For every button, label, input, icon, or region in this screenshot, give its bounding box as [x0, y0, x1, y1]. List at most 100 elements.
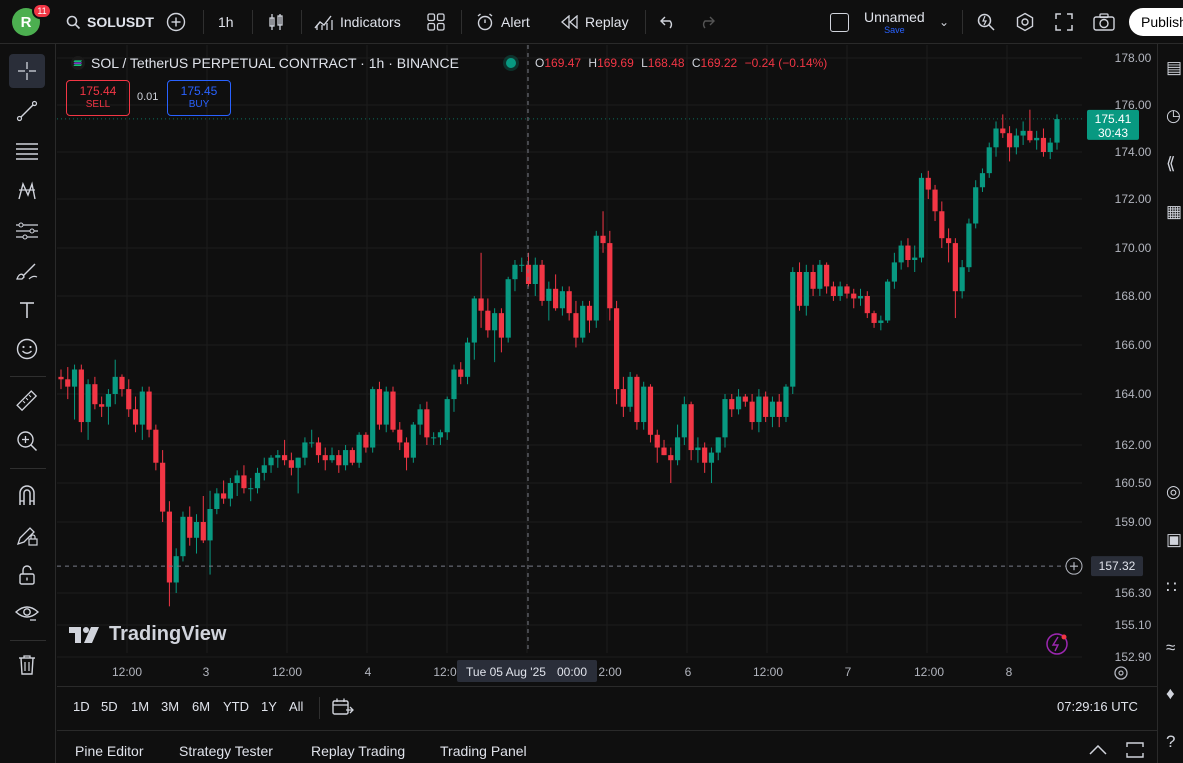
candle-body [444, 399, 450, 433]
range-1y[interactable]: 1Y [261, 699, 277, 714]
range-all[interactable]: All [289, 699, 303, 714]
symbol-search-button[interactable]: SOLUSDT [66, 0, 154, 44]
settings-button[interactable] [1015, 0, 1035, 44]
sell-button[interactable]: 175.44 SELL [66, 80, 130, 116]
watchlist-icon[interactable]: ▤ [1166, 58, 1182, 78]
help-icon[interactable]: ? [1166, 732, 1175, 752]
tab-replay-trading[interactable]: Replay Trading [311, 743, 405, 759]
candle-body [885, 281, 891, 321]
range-6m[interactable]: 6M [192, 699, 210, 714]
fullscreen-icon [1055, 13, 1073, 31]
pattern-icon [18, 181, 36, 200]
quick-search-button[interactable] [976, 0, 996, 44]
remove-drawings-tool[interactable] [9, 648, 45, 682]
lock-drawing-tool[interactable] [9, 518, 45, 552]
tab-trading-panel[interactable]: Trading Panel [440, 743, 527, 759]
candle-body [268, 457, 274, 466]
hide-drawings-tool[interactable] [9, 596, 45, 630]
candle-body [1034, 137, 1040, 141]
fullscreen-button[interactable] [1055, 0, 1073, 44]
lock-all-tool[interactable] [9, 558, 45, 592]
gear-icon [1016, 12, 1034, 32]
price-tick-label: 155.10 [1115, 618, 1152, 632]
price-chart[interactable]: 178.00176.00174.00172.00170.00168.00166.… [57, 45, 1157, 686]
pattern-tool[interactable] [9, 174, 45, 208]
axis-settings-icon[interactable] [1114, 666, 1128, 680]
layout-checkbox[interactable] [830, 0, 849, 44]
chart-legend[interactable]: SOL / TetherUS PERPETUAL CONTRACT · 1h ·… [71, 55, 459, 71]
layout-name-button[interactable]: Unnamed Save [864, 0, 925, 44]
time-tick-label: 7 [845, 665, 852, 679]
layers-icon[interactable]: ⟪ [1166, 154, 1175, 174]
market-status-dot[interactable] [506, 58, 516, 68]
apps-grid-icon[interactable]: ∷ [1166, 578, 1177, 598]
chart-type-button[interactable] [267, 0, 285, 44]
range-5d[interactable]: 5D [101, 699, 118, 714]
candle-body [864, 296, 870, 314]
candle-body [207, 509, 213, 541]
candle-body [322, 455, 328, 461]
snapshot-button[interactable] [1093, 0, 1115, 44]
candle-body [295, 457, 301, 468]
buy-button[interactable]: 175.45 BUY [167, 80, 231, 116]
range-1d[interactable]: 1D [73, 699, 90, 714]
compare-symbol-button[interactable] [166, 0, 186, 44]
candle-body [309, 442, 315, 444]
range-3m[interactable]: 3M [161, 699, 179, 714]
range-1m[interactable]: 1M [131, 699, 149, 714]
target-icon[interactable]: ◎ [1166, 482, 1181, 502]
magnet-icon [19, 485, 35, 505]
chevron-up-icon[interactable] [1089, 745, 1107, 755]
layout-menu-button[interactable]: ⌄ [939, 0, 949, 44]
sell-label: SELL [85, 99, 111, 110]
calendar-icon[interactable]: ▣ [1166, 530, 1182, 550]
magnet-tool[interactable] [9, 478, 45, 512]
candle-body [519, 264, 525, 266]
candle-body [248, 488, 254, 490]
indicators-button[interactable]: Indicators [314, 0, 401, 44]
alert-button[interactable]: Alert [475, 0, 530, 44]
go-to-date-icon[interactable] [332, 697, 354, 717]
maximize-panel-icon[interactable] [1126, 742, 1144, 758]
emoji-tool[interactable] [9, 332, 45, 366]
alerts-clock-icon[interactable]: ◷ [1166, 106, 1181, 126]
fib-retracement-tool[interactable] [9, 134, 45, 168]
candle-body [708, 452, 715, 463]
candle-body [92, 384, 98, 405]
signal-icon[interactable]: ≈ [1166, 638, 1175, 658]
candle-body [139, 391, 145, 425]
undo-button[interactable] [660, 0, 676, 44]
measure-tool[interactable] [9, 384, 45, 418]
candle-body [763, 396, 769, 417]
candle-body [742, 396, 748, 402]
brush-tool[interactable] [9, 254, 45, 288]
publish-button[interactable]: Publish [1129, 8, 1183, 36]
candle-body [397, 429, 403, 443]
zoom-in-tool[interactable] [9, 424, 45, 458]
tab-pine-editor[interactable]: Pine Editor [75, 743, 143, 759]
utc-clock[interactable]: 07:29:16 UTC [1057, 699, 1138, 714]
text-tool[interactable] [9, 293, 45, 327]
candle-body [952, 243, 958, 292]
bell-icon[interactable]: ♦ [1166, 684, 1175, 704]
price-tick-label: 162.00 [1115, 438, 1152, 452]
chart-pane[interactable]: 178.00 176.00 174.00 172.00 170.00 168.00 166.… [57, 45, 1157, 686]
redo-button[interactable] [699, 0, 715, 44]
range-ytd[interactable]: YTD [223, 699, 249, 714]
candle-body [966, 223, 972, 268]
grid-icon [427, 13, 445, 31]
candle-body [58, 376, 64, 380]
news-icon[interactable]: ▦ [1166, 202, 1182, 222]
time-tick-label: 4 [365, 665, 372, 679]
tab-strategy-tester[interactable]: Strategy Tester [179, 743, 273, 759]
price-tick-label: 170.00 [1115, 241, 1152, 255]
trend-line-tool[interactable] [9, 94, 45, 128]
candle-body [851, 293, 857, 299]
interval-button[interactable]: 1h [218, 0, 234, 44]
crosshair-tool[interactable] [9, 54, 45, 88]
replay-button[interactable]: Replay [561, 0, 629, 44]
time-tick-label: 8 [1006, 665, 1013, 679]
candles-icon [269, 14, 283, 30]
layouts-button[interactable] [427, 0, 445, 44]
forecasting-tool[interactable] [9, 214, 45, 248]
